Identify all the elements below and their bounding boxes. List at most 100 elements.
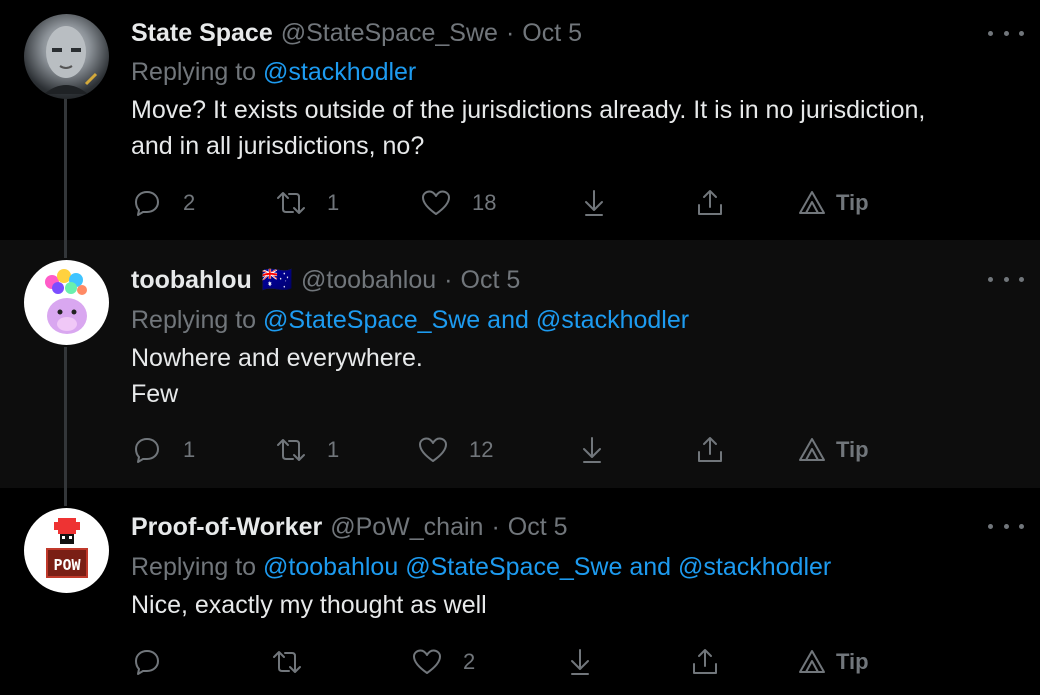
display-name[interactable]: toobahlou [131,266,252,295]
share-button[interactable] [694,186,726,220]
more-icon[interactable] [988,23,1024,43]
tweet-proof-of-worker[interactable]: POW Proof-of-Worker @PoW_chain · Oct 5 R… [0,488,1040,695]
mention-link[interactable]: @stackhodler [536,306,689,334]
replying-prefix: Replying to [131,306,257,334]
more-icon[interactable] [988,269,1024,289]
reply-button[interactable]: 2 [131,186,195,220]
thread-connector [64,240,67,258]
retweet-icon [277,192,305,214]
reply-count: 1 [183,437,196,462]
retweet-button[interactable] [271,645,323,679]
tweet-actions: 2 1 18 Tip [131,186,891,220]
thread-connector [64,96,67,240]
reply-button[interactable] [131,645,183,679]
tweet-header: Proof-of-Worker @PoW_chain · Oct 5 [131,512,568,542]
mention-joiner: and [629,553,672,581]
tip-label: Tip [836,649,869,674]
mention-link[interactable]: @StateSpace_Swe [263,306,480,334]
australia-flag: 🇦🇺 [261,265,293,294]
retweet-count: 1 [327,190,340,215]
robot-avatar-icon [44,26,98,94]
tweet-actions: 1 1 12 Tip [131,433,891,467]
mention-link[interactable]: @stackhodler [678,553,831,581]
retweet-count: 1 [327,437,340,462]
tip-button[interactable]: Tip [796,186,869,220]
reply-icon [135,650,159,675]
mention-link[interactable]: @StateSpace_Swe [405,553,622,581]
replying-to: Replying to @toobahlou @StateSpace_Swe a… [131,553,831,582]
timestamp[interactable]: Oct 5 [461,266,521,295]
like-button[interactable]: 18 [420,186,496,220]
like-icon [422,190,450,215]
mention-link[interactable]: @stackhodler [263,58,416,86]
timestamp[interactable]: Oct 5 [508,513,568,542]
pow-avatar-icon: POW [46,518,88,578]
tweet-state-space[interactable]: State Space @StateSpace_Swe · Oct 5 Repl… [0,0,1040,240]
reply-icon [135,438,159,463]
share-icon [693,649,717,674]
tweet-text-line: Move? It exists outside of the jurisdict… [131,96,926,124]
thread-connector [64,488,67,506]
tip-button[interactable]: Tip [796,645,869,679]
tip-icon [799,191,825,214]
download-button[interactable] [578,186,610,220]
separator-dot: · [505,18,515,47]
like-count: 18 [472,190,497,215]
reply-button[interactable]: 1 [131,433,195,467]
tweet-text-line: Few [131,380,179,408]
timestamp[interactable]: Oct 5 [522,19,582,48]
reply-icon [135,191,159,216]
avatar-state-space[interactable] [24,14,109,99]
tip-label: Tip [836,437,869,462]
tweet-text-line: and in all jurisdictions, no? [131,132,425,160]
retweet-icon [273,651,301,673]
mention-joiner: and [487,306,529,334]
replying-to: Replying to @StateSpace_Swe and @stackho… [131,306,689,335]
retweet-icon [277,439,305,461]
tip-icon [799,438,825,461]
tweet-text-line: Nowhere and everywhere. [131,344,423,372]
retweet-button[interactable]: 1 [275,433,339,467]
avatar-proof-of-worker[interactable]: POW [24,508,109,593]
like-icon [419,437,447,462]
share-button[interactable] [694,433,726,467]
separator-dot: · [444,265,453,294]
tweet-header: toobahlou 🇦🇺 @toobahlou · Oct 5 [131,265,520,295]
download-icon [585,190,603,216]
replying-prefix: Replying to [131,553,257,581]
replying-prefix: Replying to [131,58,257,86]
download-button[interactable] [564,645,596,679]
download-icon [571,649,589,675]
replying-to: Replying to @stackhodler [131,58,416,87]
display-name[interactable]: Proof-of-Worker [131,513,322,542]
mention-link[interactable]: @toobahlou [263,553,398,581]
like-button[interactable]: 2 [411,645,475,679]
share-icon [698,437,722,462]
display-name[interactable]: State Space [131,19,273,48]
tweet-text: Nice, exactly my thought as well [131,587,1011,623]
share-button[interactable] [689,645,721,679]
thread-connector [64,347,67,488]
tweet-header: State Space @StateSpace_Swe · Oct 5 [131,18,582,48]
username[interactable]: @PoW_chain [330,513,483,542]
like-icon [413,649,441,674]
tip-button[interactable]: Tip [796,433,869,467]
tweet-toobahlou[interactable]: toobahlou 🇦🇺 @toobahlou · Oct 5 Replying… [0,240,1040,488]
tweet-text-line: Nice, exactly my thought as well [131,591,487,619]
username[interactable]: @StateSpace_Swe [281,19,498,48]
tweet-text: Nowhere and everywhere. Few [131,340,1011,412]
separator-dot: · [491,512,500,541]
more-icon[interactable] [988,516,1024,536]
retweet-button[interactable]: 1 [275,186,339,220]
username[interactable]: @toobahlou [301,266,436,295]
tip-label: Tip [836,190,869,215]
like-button[interactable]: 12 [417,433,493,467]
avatar-toobahlou[interactable] [24,260,109,345]
share-icon [698,190,722,215]
tweet-actions: 2 Tip [131,645,891,679]
download-icon [583,437,601,463]
tweet-text: Move? It exists outside of the jurisdict… [131,92,1011,164]
avatar-pow-text: POW [53,556,81,574]
like-count: 12 [469,437,494,462]
download-button[interactable] [576,433,608,467]
